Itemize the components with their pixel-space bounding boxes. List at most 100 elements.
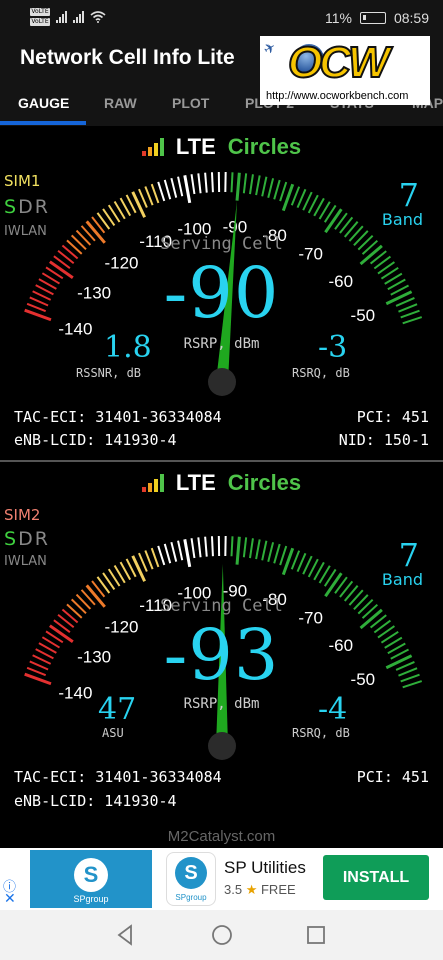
gauge-minor-tick [242, 537, 248, 558]
gauge-needle-hub [208, 732, 236, 760]
battery-icon [359, 12, 386, 24]
install-button[interactable]: INSTALL [323, 855, 429, 900]
gauge-minor-tick [290, 186, 301, 206]
gauge-minor-tick [242, 173, 248, 194]
recents-icon[interactable] [304, 923, 328, 947]
gauge-minor-tick [163, 179, 172, 200]
status-bar: VoLTE VoLTE 11% 08:59 [0, 0, 443, 36]
gauge-major-tick [183, 175, 192, 204]
band-value: 7 [398, 176, 419, 214]
back-icon[interactable] [114, 923, 138, 947]
m2catalyst-watermark: M2Catalyst.com [167, 828, 276, 845]
rssnr-value: 1.8 [104, 330, 152, 365]
rsrp-unit: RSRP, dBm [183, 336, 260, 352]
gauge-minor-tick [190, 174, 196, 195]
sim-label: SIM2 [4, 506, 41, 524]
gauge-minor-tick [197, 173, 202, 194]
gauge-minor-tick [197, 537, 202, 558]
gauge-major-tick [324, 208, 343, 234]
gauge-minor-tick [249, 174, 254, 195]
serving-cell-label: Serving Cell [160, 596, 283, 616]
tab-plot[interactable]: PLOT [172, 95, 209, 111]
rsrq-label: RSRQ, dB [292, 726, 350, 740]
gauge-minor-tick [144, 186, 154, 206]
rssnr-label: RSSNR, dB [76, 366, 142, 380]
gauge-major-tick [183, 539, 192, 568]
gauge-minor-tick [157, 181, 166, 202]
gauge-minor-tick [230, 172, 234, 193]
nid: NID: 150-1 [338, 431, 429, 449]
signal-icon [56, 11, 67, 23]
ocw-logo-url: http://www.ocworkbench.com [266, 90, 409, 102]
gauge-minor-tick [204, 536, 208, 557]
gauge-major-tick [235, 172, 241, 201]
gauge-minor-tick [261, 176, 268, 197]
gauge-minor-tick [279, 181, 288, 202]
gauge-needle-hub [208, 368, 236, 396]
gauge-minor-tick [150, 183, 160, 204]
tac-eci: TAC-ECI: 31401-36334084 [14, 408, 222, 426]
volte-icons: VoLTE VoLTE [30, 8, 50, 26]
rsrq-value: -3 [318, 330, 348, 365]
gauge-major-tick [235, 536, 241, 565]
gauge-minor-tick [230, 536, 234, 557]
network-type: LTE Circles [0, 134, 443, 160]
tab-gauge[interactable]: GAUGE [18, 95, 69, 111]
network-type: LTE Circles [0, 470, 443, 496]
signal-strength-icon [141, 474, 164, 492]
gauge-minor-tick [144, 550, 154, 570]
gauge-minor-tick [157, 545, 166, 566]
gauge-minor-tick [210, 536, 214, 557]
band-value: 7 [398, 536, 419, 574]
gauge-minor-tick [273, 179, 281, 200]
gauge-minor-tick [267, 542, 275, 562]
rsrp-unit: RSRP, dBm [183, 696, 260, 712]
pci: PCI: 451 [356, 768, 429, 786]
rsrp-value: -90 [163, 252, 280, 334]
ocw-logo-text: OCW [287, 37, 391, 88]
app-title: Network Cell Info Lite [20, 46, 235, 69]
volte-icon: VoLTE [30, 18, 50, 26]
ad-title[interactable]: SP Utilities [224, 858, 306, 878]
tab-raw[interactable]: RAW [104, 95, 137, 111]
clock: 08:59 [393, 10, 429, 26]
system-nav-bar [0, 910, 443, 960]
signal-icon [73, 11, 84, 23]
rsrp-value: -93 [163, 614, 280, 696]
signal-strength-icon [141, 138, 164, 156]
star-icon: ★ [245, 882, 258, 897]
tab-indicator [0, 121, 86, 125]
serving-cell-label: Serving Cell [160, 234, 283, 254]
gauge-minor-tick [279, 545, 288, 566]
operator-name: Circles [227, 134, 302, 159]
ad-rating: 3.5 ★ FREE [224, 882, 296, 897]
enb-lcid: eNB-LCID: 141930-4 [14, 792, 177, 810]
sdr-indicator: SDR [4, 528, 50, 550]
sdr-indicator: SDR [4, 196, 50, 218]
gauge-minor-tick [177, 540, 184, 561]
ad-app-brand: SPgroup [175, 893, 207, 902]
gauge-minor-tick [296, 188, 307, 209]
pci: PCI: 451 [356, 408, 429, 426]
band-label: Band [381, 570, 423, 589]
gauge-minor-tick [177, 176, 184, 197]
ad-brand: SPgroup [73, 894, 109, 904]
ad-image[interactable]: S SPgroup [30, 850, 152, 908]
gauge-minor-tick [296, 552, 307, 573]
sim-label: SIM1 [4, 172, 41, 190]
tech-label: LTE [175, 470, 216, 495]
sim1-gauge-panel: -140-130-120-110-100-90-80-70-60-50 LTEC… [0, 126, 443, 466]
asu-value: 47 [98, 692, 137, 727]
ad-banner[interactable]: ⓘ ✕ S SPgroup S SPgroup SP Utilities 3.5… [0, 848, 443, 910]
operator-name: Circles [227, 470, 302, 495]
close-icon[interactable]: ✕ [4, 890, 16, 907]
gauge-minor-tick [255, 539, 261, 560]
gauge-minor-tick [255, 175, 261, 196]
ad-app-icon[interactable]: S SPgroup [166, 852, 216, 906]
gauge-minor-tick [273, 543, 281, 564]
gauge-minor-tick [163, 543, 172, 564]
home-icon[interactable] [210, 923, 234, 947]
status-right: 11% 08:59 [325, 10, 429, 26]
gauge-minor-tick [150, 547, 160, 568]
spgroup-logo-icon: S [175, 857, 207, 889]
